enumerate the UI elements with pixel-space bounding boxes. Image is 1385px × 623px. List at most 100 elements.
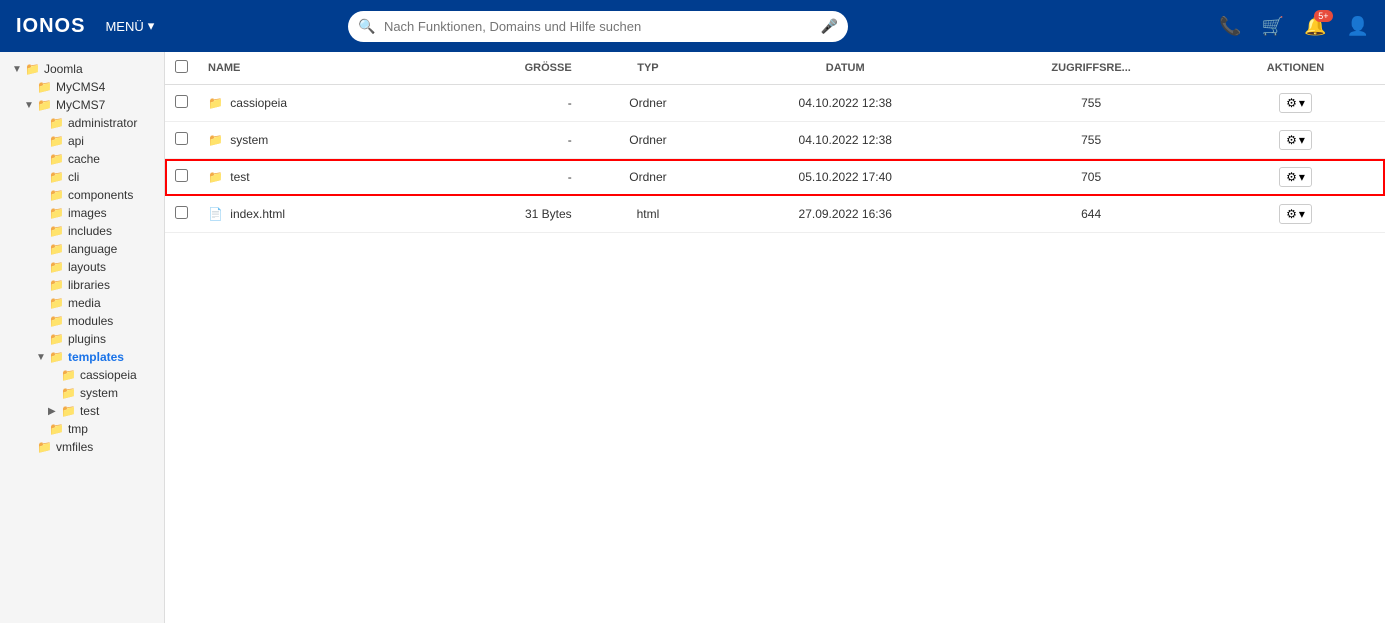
col-type: TYP (582, 52, 715, 85)
sidebar-item-cassiopeia[interactable]: 📁cassiopeia (0, 366, 164, 384)
menu-label: MENÜ (105, 19, 143, 34)
file-size: 31 Bytes (427, 196, 582, 233)
sidebar-item-language[interactable]: 📁 language (0, 240, 164, 258)
sidebar-item-cache[interactable]: 📁 cache (0, 150, 164, 168)
sidebar-item-modules[interactable]: 📁 modules (0, 312, 164, 330)
sidebar-item-label: cache (68, 152, 100, 166)
sidebar-item-label: vmfiles (56, 440, 93, 454)
sidebar-item-media[interactable]: 📁media (0, 294, 164, 312)
notification-badge: 5+ (1314, 10, 1332, 22)
sidebar-item-label: cli (68, 170, 79, 184)
toggle-icon: ▼ (12, 64, 22, 75)
sidebar-item-label: images (68, 206, 107, 220)
notification-icon[interactable]: 🔔 5+ (1304, 16, 1326, 37)
file-type: Ordner (582, 85, 715, 122)
sidebar-item-plugins[interactable]: 📁plugins (0, 330, 164, 348)
phone-icon[interactable]: 📞 (1219, 16, 1241, 37)
row-checkbox[interactable] (175, 169, 188, 182)
file-access: 755 (976, 122, 1206, 159)
gear-icon: ⚙ (1286, 96, 1297, 110)
file-table: NAME GRÖSSE TYP DATUM ZUGRIFFSRE... AKTI… (165, 52, 1385, 623)
sidebar-item-test[interactable]: ▶📁test (0, 402, 164, 420)
folder-icon: 📁 (208, 133, 223, 147)
sidebar-item-label: layouts (68, 260, 106, 274)
sidebar-item-includes[interactable]: 📁 includes (0, 222, 164, 240)
actions-button[interactable]: ⚙ ▾ (1279, 167, 1312, 187)
file-size: - (427, 159, 582, 196)
row-checkbox[interactable] (175, 95, 188, 108)
toggle-icon: ▼ (24, 100, 34, 111)
sidebar-item-label: api (68, 134, 84, 148)
mic-icon[interactable]: 🎤 (821, 18, 838, 35)
row-checkbox[interactable] (175, 206, 188, 219)
folder-icon: 📁 (49, 206, 64, 220)
file-name: system (230, 133, 268, 147)
sidebar-item-label: MyCMS7 (56, 98, 105, 112)
sidebar-item-label: libraries (68, 278, 110, 292)
sidebar-item-cli[interactable]: 📁cli (0, 168, 164, 186)
folder-icon: 📁 (49, 242, 64, 256)
col-access: ZUGRIFFSRE... (976, 52, 1206, 85)
sidebar-item-label: administrator (68, 116, 137, 130)
row-checkbox[interactable] (175, 132, 188, 145)
sidebar-item-libraries[interactable]: 📁libraries (0, 276, 164, 294)
sidebar-item-tmp[interactable]: 📁tmp (0, 420, 164, 438)
sidebar-item-administrator[interactable]: 📁 administrator (0, 114, 164, 132)
table-row: 📁 cassiopeia - Ordner 04.10.2022 12:38 7… (165, 85, 1385, 122)
folder-icon: 📁 (49, 296, 64, 310)
header: IONOS MENÜ ▾ 🔍 🎤 📞 🛒 🔔 5+ 👤 (0, 0, 1385, 52)
col-size: GRÖSSE (427, 52, 582, 85)
actions-button[interactable]: ⚙ ▾ (1279, 130, 1312, 150)
file-date: 04.10.2022 12:38 (714, 122, 976, 159)
main-area: ▼📁Joomla📁MyCMS4▼📁MyCMS7📁administrator📁ap… (0, 52, 1385, 623)
table-row: 📄 index.html 31 Bytes html 27.09.2022 16… (165, 196, 1385, 233)
sidebar-item-label: modules (68, 314, 113, 328)
sidebar-item-label: tmp (68, 422, 88, 436)
sidebar-item-label: system (80, 386, 118, 400)
chevron-down-icon: ▾ (1299, 133, 1305, 147)
file-size: - (427, 85, 582, 122)
user-icon[interactable]: 👤 (1347, 16, 1369, 37)
file-date: 04.10.2022 12:38 (714, 85, 976, 122)
folder-icon: 📁 (49, 224, 64, 238)
sidebar-item-joomla[interactable]: ▼📁Joomla (0, 60, 164, 78)
menu-button[interactable]: MENÜ ▾ (105, 18, 154, 34)
chevron-down-icon: ▾ (1299, 207, 1305, 221)
folder-icon: 📁 (49, 314, 64, 328)
folder-icon: 📁 (49, 152, 64, 166)
sidebar-item-components[interactable]: 📁components (0, 186, 164, 204)
chevron-down-icon: ▾ (148, 18, 155, 34)
select-all-checkbox[interactable] (175, 60, 188, 73)
folder-icon: 📁 (37, 80, 52, 94)
chevron-down-icon: ▾ (1299, 96, 1305, 110)
folder-icon: 📁 (208, 96, 223, 110)
sidebar-item-label: language (68, 242, 117, 256)
sidebar-item-vmfiles[interactable]: 📁vmfiles (0, 438, 164, 456)
actions-button[interactable]: ⚙ ▾ (1279, 93, 1312, 113)
folder-icon: 📁 (208, 170, 223, 184)
col-date: DATUM (714, 52, 976, 85)
logo: IONOS (16, 15, 85, 38)
table-row: 📁 system - Ordner 04.10.2022 12:38 755 ⚙… (165, 122, 1385, 159)
folder-icon: 📁 (49, 116, 64, 130)
sidebar-item-layouts[interactable]: 📁layouts (0, 258, 164, 276)
sidebar-item-templates[interactable]: ▼📁 templates (0, 348, 164, 366)
sidebar-item-system[interactable]: 📁system (0, 384, 164, 402)
sidebar-item-images[interactable]: 📁 images (0, 204, 164, 222)
folder-icon: 📁 (49, 134, 64, 148)
sidebar-item-label: includes (68, 224, 112, 238)
table-row: 📁 test - Ordner 05.10.2022 17:40 705 ⚙ ▾ (165, 159, 1385, 196)
actions-button[interactable]: ⚙ ▾ (1279, 204, 1312, 224)
gear-icon: ⚙ (1286, 207, 1297, 221)
sidebar-item-api[interactable]: 📁 api (0, 132, 164, 150)
folder-icon: 📁 (49, 350, 64, 364)
sidebar-item-label: templates (68, 350, 124, 364)
sidebar-item-mycms7[interactable]: ▼📁 MyCMS7 (0, 96, 164, 114)
file-type: Ordner (582, 122, 715, 159)
sidebar-item-label: test (80, 404, 99, 418)
toggle-icon: ▼ (36, 352, 46, 363)
search-input[interactable] (348, 11, 848, 42)
sidebar-item-mycms4[interactable]: 📁MyCMS4 (0, 78, 164, 96)
cart-icon[interactable]: 🛒 (1262, 16, 1284, 37)
folder-icon: 📁 (37, 98, 52, 112)
